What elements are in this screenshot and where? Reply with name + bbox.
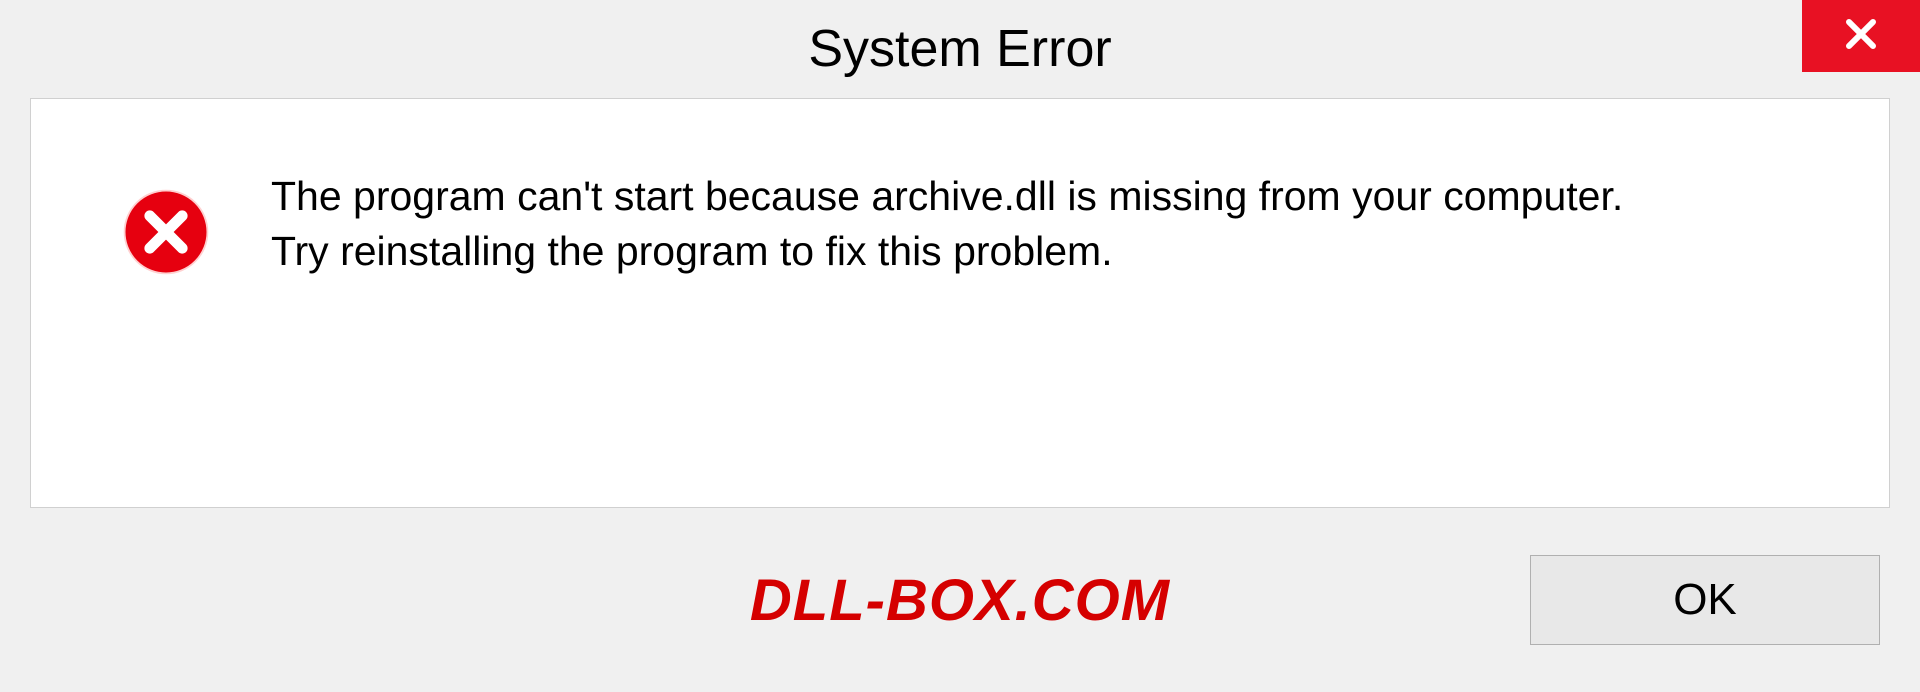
error-message-line2: Try reinstalling the program to fix this…	[271, 224, 1623, 279]
error-dialog: System Error The program can't start bec…	[0, 0, 1920, 692]
ok-button[interactable]: OK	[1530, 555, 1880, 645]
error-message-line1: The program can't start because archive.…	[271, 173, 1623, 219]
watermark-text: DLL-BOX.COM	[750, 567, 1170, 634]
content-area: The program can't start because archive.…	[30, 98, 1890, 508]
close-icon	[1843, 16, 1879, 57]
dialog-title: System Error	[808, 19, 1111, 79]
footer-area: DLL-BOX.COM OK	[0, 508, 1920, 692]
close-button[interactable]	[1802, 0, 1920, 72]
title-bar: System Error	[0, 0, 1920, 98]
error-message: The program can't start because archive.…	[271, 169, 1623, 280]
error-icon	[121, 187, 211, 277]
